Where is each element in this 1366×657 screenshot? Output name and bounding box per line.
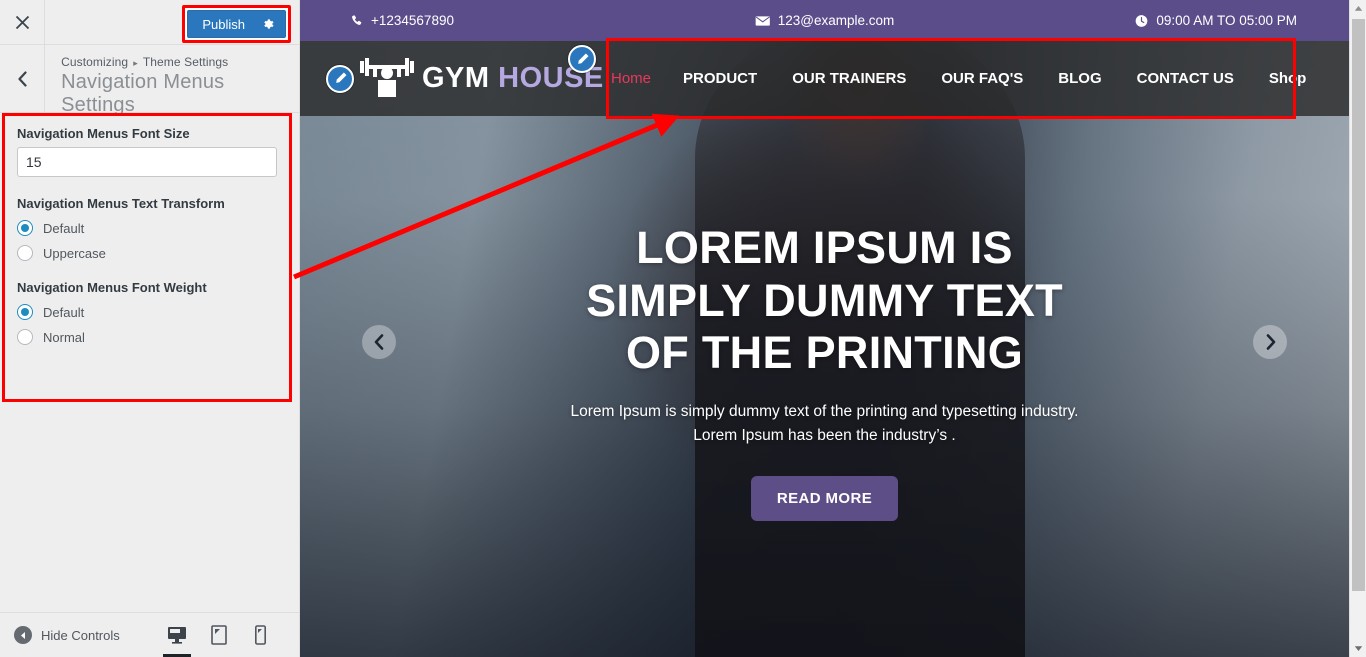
breadcrumb-section[interactable]: Theme Settings	[143, 55, 228, 69]
hero-title-line-1: LOREM IPSUM IS	[636, 222, 1013, 273]
site-preview: +1234567890 123@example.com 09:00 AM TO …	[300, 0, 1366, 657]
radio-icon[interactable]	[17, 245, 33, 261]
topbar-hours: 09:00 AM TO 05:00 PM	[1135, 13, 1297, 28]
radio-label: Default	[43, 220, 85, 236]
customizer-footer: Hide Controls	[0, 612, 299, 657]
radio-icon-checked[interactable]	[17, 220, 33, 236]
hide-controls-label: Hide Controls	[41, 627, 120, 643]
preview-document: +1234567890 123@example.com 09:00 AM TO …	[300, 0, 1349, 657]
customizer-sidebar: Publish Customizing ▸ Theme Settings Nav…	[0, 0, 300, 657]
nav-item-our-trainers[interactable]: OUR TRAINERS	[792, 70, 906, 87]
mobile-icon[interactable]	[240, 613, 282, 657]
publish-highlight: Publish	[182, 5, 291, 43]
nav-item-blog[interactable]: BLOG	[1058, 70, 1101, 87]
nav-item-our-faqs[interactable]: OUR FAQ'S	[941, 70, 1023, 87]
control-font-weight: Navigation Menus Font Weight Default Nor…	[17, 280, 277, 345]
site-logo[interactable]: GYM HOUSE	[326, 55, 604, 102]
topbar-email[interactable]: 123@example.com	[755, 13, 895, 28]
radio-text-transform-uppercase[interactable]: Uppercase	[17, 245, 277, 261]
device-preview-switcher	[156, 613, 282, 657]
publish-button[interactable]: Publish	[187, 10, 286, 38]
envelope-icon	[755, 14, 778, 28]
gear-icon[interactable]	[261, 17, 275, 31]
radio-font-weight-normal[interactable]: Normal	[17, 329, 277, 345]
hero-subtitle: Lorem Ipsum is simply dummy text of the …	[300, 400, 1349, 448]
customizer-topbar: Publish	[0, 0, 299, 45]
clock-icon	[1135, 14, 1156, 28]
control-label-font-size: Navigation Menus Font Size	[17, 126, 190, 141]
nav-item-contact-us[interactable]: CONTACT US	[1137, 70, 1234, 87]
scroll-down-icon[interactable]	[1350, 640, 1366, 657]
phone-icon	[350, 14, 371, 28]
nav-item-home[interactable]: Home	[611, 70, 651, 87]
radio-label: Default	[43, 304, 85, 320]
radio-icon[interactable]	[17, 329, 33, 345]
radio-label: Normal	[43, 329, 85, 345]
hero-subtitle-line-1: Lorem Ipsum is simply dummy text of the …	[570, 402, 1079, 420]
tablet-icon[interactable]	[198, 613, 240, 657]
topbar-phone-text: +1234567890	[371, 13, 454, 28]
pencil-edit-icon[interactable]	[326, 64, 354, 93]
primary-navigation: Home PRODUCT OUR TRAINERS OUR FAQ'S BLOG…	[611, 41, 1341, 116]
site-topbar: +1234567890 123@example.com 09:00 AM TO …	[300, 0, 1349, 41]
nav-item-shop[interactable]: Shop	[1269, 70, 1307, 87]
control-font-size: Navigation Menus Font Size	[17, 126, 277, 177]
settings-group: Navigation Menus Font Size Navigation Me…	[5, 116, 289, 399]
nav-item-product[interactable]: PRODUCT	[683, 70, 757, 87]
carousel-next-icon[interactable]	[1253, 325, 1287, 359]
chevron-left-icon	[17, 70, 27, 87]
site-navbar: GYM HOUSE Home PRODUCT OUR TRAINERS OUR …	[300, 38, 1349, 119]
radio-icon-checked[interactable]	[17, 304, 33, 320]
hero-subtitle-line-2: Lorem Ipsum has been the industry’s .	[693, 426, 956, 444]
customizer-panel-header: Customizing ▸ Theme Settings Navigation Me…	[0, 45, 299, 116]
preview-scrollbar[interactable]	[1349, 0, 1366, 657]
hero-title-line-2: SIMPLY DUMMY TEXT	[586, 274, 1063, 326]
radio-text-transform-default[interactable]: Default	[17, 220, 277, 236]
topbar-email-text: 123@example.com	[777, 13, 895, 28]
control-text-transform: Navigation Menus Text Transform Default …	[17, 196, 277, 261]
topbar-phone[interactable]: +1234567890	[350, 13, 454, 28]
hero-title: LOREM IPSUM IS SIMPLY DUMMY TEXT OF THE …	[300, 222, 1349, 380]
radio-font-weight-default[interactable]: Default	[17, 304, 277, 320]
read-more-button[interactable]: READ MORE	[750, 475, 899, 521]
back-button[interactable]	[0, 45, 46, 112]
logo-text-primary: GYM	[422, 62, 499, 94]
scroll-up-icon[interactable]	[1350, 0, 1366, 17]
pencil-edit-icon[interactable]	[568, 45, 596, 73]
close-icon[interactable]	[0, 0, 45, 44]
topbar-hours-text: 09:00 AM TO 05:00 PM	[1156, 13, 1297, 28]
font-size-input[interactable]	[17, 147, 277, 177]
breadcrumb-separator: ▸	[133, 58, 138, 68]
breadcrumb-root[interactable]: Customizing	[61, 55, 128, 69]
control-label-font-weight: Navigation Menus Font Weight	[17, 280, 207, 295]
barbell-lifter-icon	[358, 55, 416, 102]
customizer-controls-body: Navigation Menus Font Size Navigation Me…	[0, 113, 299, 657]
scrollbar-thumb[interactable]	[1352, 19, 1365, 591]
hero-title-line-3: OF THE PRINTING	[626, 327, 1023, 379]
desktop-icon[interactable]	[156, 613, 198, 657]
hide-controls-button[interactable]: Hide Controls	[14, 626, 120, 644]
page-title: Navigation Menus Settings	[61, 71, 225, 116]
hero-content: LOREM IPSUM IS SIMPLY DUMMY TEXT OF THE …	[300, 222, 1349, 521]
radio-label: Uppercase	[43, 245, 106, 261]
panel-titles: Customizing ▸ Theme Settings Navigation Me…	[45, 45, 299, 116]
breadcrumb: Customizing ▸ Theme Settings	[61, 55, 299, 69]
carousel-prev-icon[interactable]	[362, 325, 396, 359]
control-label-text-transform: Navigation Menus Text Transform	[17, 196, 225, 211]
publish-button-label: Publish	[202, 16, 245, 32]
caret-left-circle-icon	[14, 626, 32, 644]
screen: Publish Customizing ▸ Theme Settings Nav…	[0, 0, 1366, 657]
